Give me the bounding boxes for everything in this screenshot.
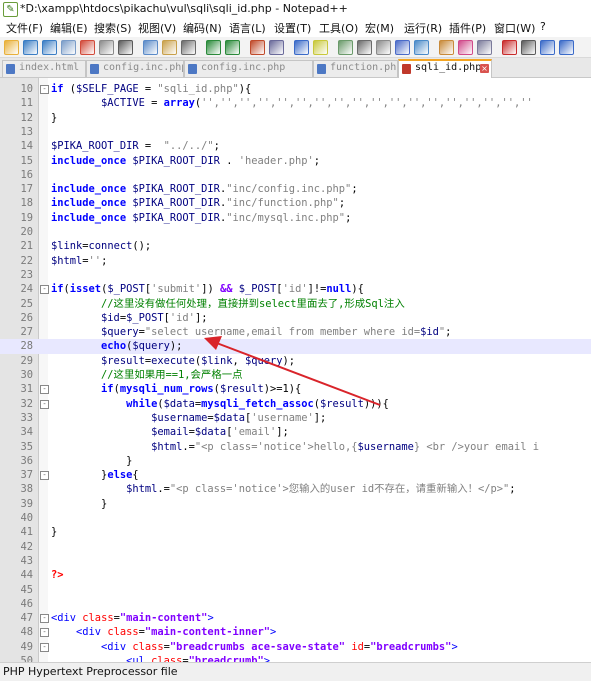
open-file-icon[interactable] bbox=[23, 40, 38, 55]
menu-item-6[interactable]: 设置(T) bbox=[274, 20, 311, 36]
menu-item-8[interactable]: 宏(M) bbox=[365, 20, 394, 36]
show-all-chars-icon[interactable] bbox=[376, 40, 391, 55]
tab-2[interactable]: config.inc.php bbox=[184, 60, 313, 77]
menu-item-5[interactable]: 语言(L) bbox=[229, 20, 266, 36]
annotation-arrow bbox=[204, 336, 381, 406]
menu-item-7[interactable]: 工具(O) bbox=[319, 20, 358, 36]
file-icon bbox=[188, 64, 197, 74]
title-bar: ✎ *D:\xampp\htdocs\pikachu\vul\sqli\sqli… bbox=[0, 0, 591, 18]
wrap-icon[interactable] bbox=[357, 40, 372, 55]
tab-bar: index.html config.inc.php config.inc.php fu… bbox=[0, 58, 591, 78]
record-macro-icon[interactable] bbox=[502, 40, 517, 55]
menu-item-9[interactable]: 运行(R) bbox=[404, 20, 442, 36]
menu-item-1[interactable]: 编辑(E) bbox=[50, 20, 88, 36]
tab-1[interactable]: config.inc.php bbox=[86, 60, 184, 77]
cut-icon[interactable] bbox=[143, 40, 158, 55]
find-icon[interactable] bbox=[250, 40, 265, 55]
code-editor[interactable]: 10- if ($SELF_PAGE = "sqli_id.php"){11 $A… bbox=[0, 78, 591, 662]
close-all-icon[interactable] bbox=[99, 40, 114, 55]
function-list-icon[interactable] bbox=[439, 40, 454, 55]
copy-icon[interactable] bbox=[162, 40, 177, 55]
tab-0[interactable]: index.html bbox=[2, 60, 86, 77]
zoom-in-icon[interactable] bbox=[294, 40, 309, 55]
paste-icon[interactable] bbox=[181, 40, 196, 55]
menu-item-3[interactable]: 视图(V) bbox=[138, 20, 176, 36]
menu-bar: 文件(F) 编辑(E) 搜索(S) 视图(V) 编码(N) 语言(L) 设置(T) 工具(O)… bbox=[0, 18, 591, 37]
toolbar bbox=[0, 37, 591, 58]
file-icon bbox=[90, 64, 99, 74]
menu-item-4[interactable]: 编码(N) bbox=[183, 20, 222, 36]
status-bar: PHP Hypertext Preprocessor file bbox=[0, 662, 591, 681]
menu-item-10[interactable]: 插件(P) bbox=[449, 20, 486, 36]
folder-workspace-icon[interactable] bbox=[458, 40, 473, 55]
save-icon[interactable] bbox=[42, 40, 57, 55]
file-icon bbox=[6, 64, 15, 74]
stop-macro-icon[interactable] bbox=[521, 40, 536, 55]
tab-label: sqli_id.php bbox=[415, 62, 482, 73]
status-filetype: PHP Hypertext Preprocessor file bbox=[3, 665, 178, 678]
indent-guide-icon[interactable] bbox=[395, 40, 410, 55]
file-icon bbox=[402, 64, 411, 74]
save-all-icon[interactable] bbox=[61, 40, 76, 55]
notepad-plus-plus-icon: ✎ bbox=[3, 2, 18, 17]
play-macro-icon[interactable] bbox=[540, 40, 555, 55]
run-macro-icon[interactable] bbox=[559, 40, 574, 55]
menu-item-11[interactable]: 窗口(W) bbox=[494, 20, 535, 36]
redo-icon[interactable] bbox=[225, 40, 240, 55]
tab-label: index.html bbox=[19, 62, 80, 73]
print-icon[interactable] bbox=[118, 40, 133, 55]
close-tab-icon[interactable]: × bbox=[480, 64, 489, 73]
replace-icon[interactable] bbox=[269, 40, 284, 55]
tab-label: function.php bbox=[330, 62, 398, 73]
new-file-icon[interactable] bbox=[4, 40, 19, 55]
monitor-icon[interactable] bbox=[477, 40, 492, 55]
doc-map-icon[interactable] bbox=[414, 40, 429, 55]
zoom-out-icon[interactable] bbox=[313, 40, 328, 55]
tab-label: config.inc.php bbox=[103, 62, 184, 73]
undo-icon[interactable] bbox=[206, 40, 221, 55]
window-title: *D:\xampp\htdocs\pikachu\vul\sqli\sqli_i… bbox=[20, 2, 348, 15]
tab-3[interactable]: function.php bbox=[313, 60, 398, 77]
menu-item-2[interactable]: 搜索(S) bbox=[94, 20, 132, 36]
close-icon[interactable] bbox=[80, 40, 95, 55]
menu-item-0[interactable]: 文件(F) bbox=[6, 20, 43, 36]
tab-4[interactable]: sqli_id.php × bbox=[398, 59, 492, 78]
file-icon bbox=[317, 64, 326, 74]
tab-label: config.inc.php bbox=[201, 62, 286, 73]
menu-item-12[interactable]: ? bbox=[540, 20, 546, 33]
sync-scroll-icon[interactable] bbox=[338, 40, 353, 55]
